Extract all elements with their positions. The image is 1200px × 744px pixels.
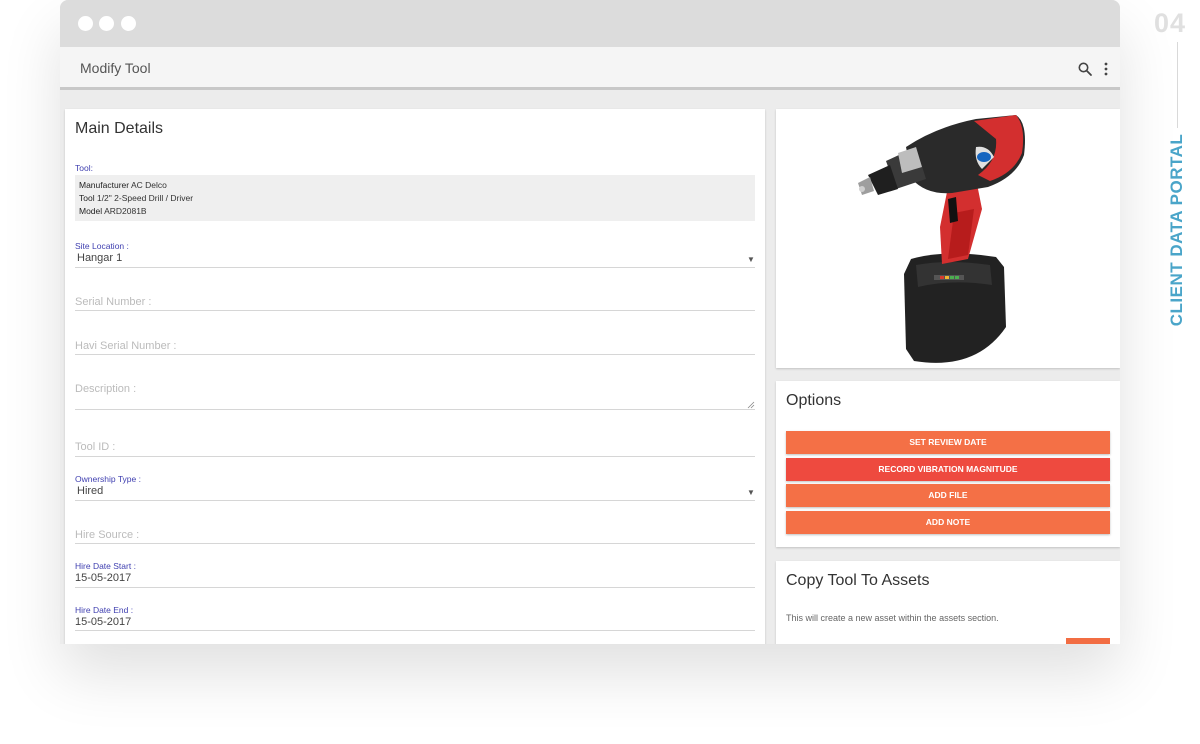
- add-file-button[interactable]: ADD FILE: [786, 484, 1110, 507]
- hire-source-input[interactable]: Hire Source :: [75, 529, 139, 541]
- window-close-dot[interactable]: [78, 16, 93, 31]
- brand-divider: [1177, 42, 1178, 128]
- hire-date-end-label: Hire Date End :: [75, 605, 134, 615]
- content-area: Main Details Tool: Manufacturer AC Delco…: [60, 93, 1120, 644]
- copy-tool-title: Copy Tool To Assets: [786, 572, 930, 589]
- tool-info-key: Model: [79, 206, 103, 216]
- window-titlebar: [60, 0, 1120, 47]
- options-title: Options: [786, 392, 842, 409]
- copy-tool-card: Copy Tool To Assets This will create a n…: [776, 561, 1120, 644]
- app-bar: Modify Tool: [60, 47, 1120, 90]
- tool-info-row: Manufacturer AC Delco: [79, 180, 167, 190]
- ownership-type-underline: [75, 500, 755, 501]
- tool-info-row: Tool 1/2" 2-Speed Drill / Driver: [79, 193, 193, 203]
- ownership-type-label: Ownership Type :: [75, 474, 141, 484]
- tool-info-value: AC Delco: [131, 180, 167, 190]
- main-details-title: Main Details: [75, 120, 164, 137]
- ownership-type-select[interactable]: Hired: [77, 485, 103, 497]
- site-location-dropdown-icon[interactable]: ▼: [747, 255, 755, 264]
- tool-info-key: Tool: [79, 193, 95, 203]
- search-icon[interactable]: [1077, 61, 1093, 77]
- hire-date-start-label: Hire Date Start :: [75, 561, 136, 571]
- browser-window: Modify Tool Main Details Tool: Manufactu…: [60, 0, 1120, 644]
- add-note-button[interactable]: ADD NOTE: [786, 511, 1110, 534]
- options-card: Options SET REVIEW DATE RECORD VIBRATION…: [776, 381, 1120, 547]
- tool-info-value: 1/2" 2-Speed Drill / Driver: [96, 193, 194, 203]
- site-location-underline: [75, 267, 755, 268]
- more-vertical-icon[interactable]: [1100, 61, 1112, 77]
- serial-number-underline: [75, 310, 755, 311]
- brand-label: CLIENT DATA PORTAL: [1167, 133, 1186, 327]
- page-title: Modify Tool: [80, 60, 151, 76]
- ownership-type-dropdown-icon[interactable]: ▼: [747, 488, 755, 497]
- hire-date-start-input[interactable]: 15-05-2017: [75, 572, 131, 584]
- window-minimize-dot[interactable]: [99, 16, 114, 31]
- site-location-select[interactable]: Hangar 1: [77, 252, 122, 264]
- set-review-date-button[interactable]: SET REVIEW DATE: [786, 431, 1110, 454]
- description-underline: [75, 409, 755, 410]
- page-number: 04: [1154, 8, 1187, 38]
- hire-source-underline: [75, 543, 755, 544]
- tool-info-row: Model ARD2081B: [79, 206, 147, 216]
- textarea-resize-handle-icon[interactable]: [747, 401, 755, 409]
- tool-info-box: Manufacturer AC Delco Tool 1/2" 2-Speed …: [75, 175, 755, 221]
- tool-info-key: Manufacturer: [79, 180, 130, 190]
- hire-date-start-underline: [75, 587, 755, 588]
- tool-id-input[interactable]: Tool ID :: [75, 441, 115, 453]
- site-location-label: Site Location :: [75, 241, 129, 251]
- havi-serial-number-input[interactable]: Havi Serial Number :: [75, 340, 176, 352]
- hire-date-end-input[interactable]: 15-05-2017: [75, 616, 131, 628]
- description-textarea[interactable]: Description :: [75, 383, 136, 395]
- havi-serial-number-underline: [75, 354, 755, 355]
- tool-image-card: [776, 109, 1120, 368]
- serial-number-input[interactable]: Serial Number :: [75, 296, 151, 308]
- copy-tool-description: This will create a new asset within the …: [786, 613, 999, 623]
- window-maximize-dot[interactable]: [121, 16, 136, 31]
- hire-date-end-underline: [75, 630, 755, 631]
- record-vibration-magnitude-button[interactable]: RECORD VIBRATION MAGNITUDE: [786, 458, 1110, 481]
- main-details-card: Main Details Tool: Manufacturer AC Delco…: [65, 109, 765, 644]
- copy-tool-button[interactable]: [1066, 638, 1110, 644]
- tool-info-value: ARD2081B: [104, 206, 147, 216]
- tool-label: Tool:: [75, 163, 93, 173]
- drill-image: [858, 115, 1025, 363]
- tool-id-underline: [75, 456, 755, 457]
